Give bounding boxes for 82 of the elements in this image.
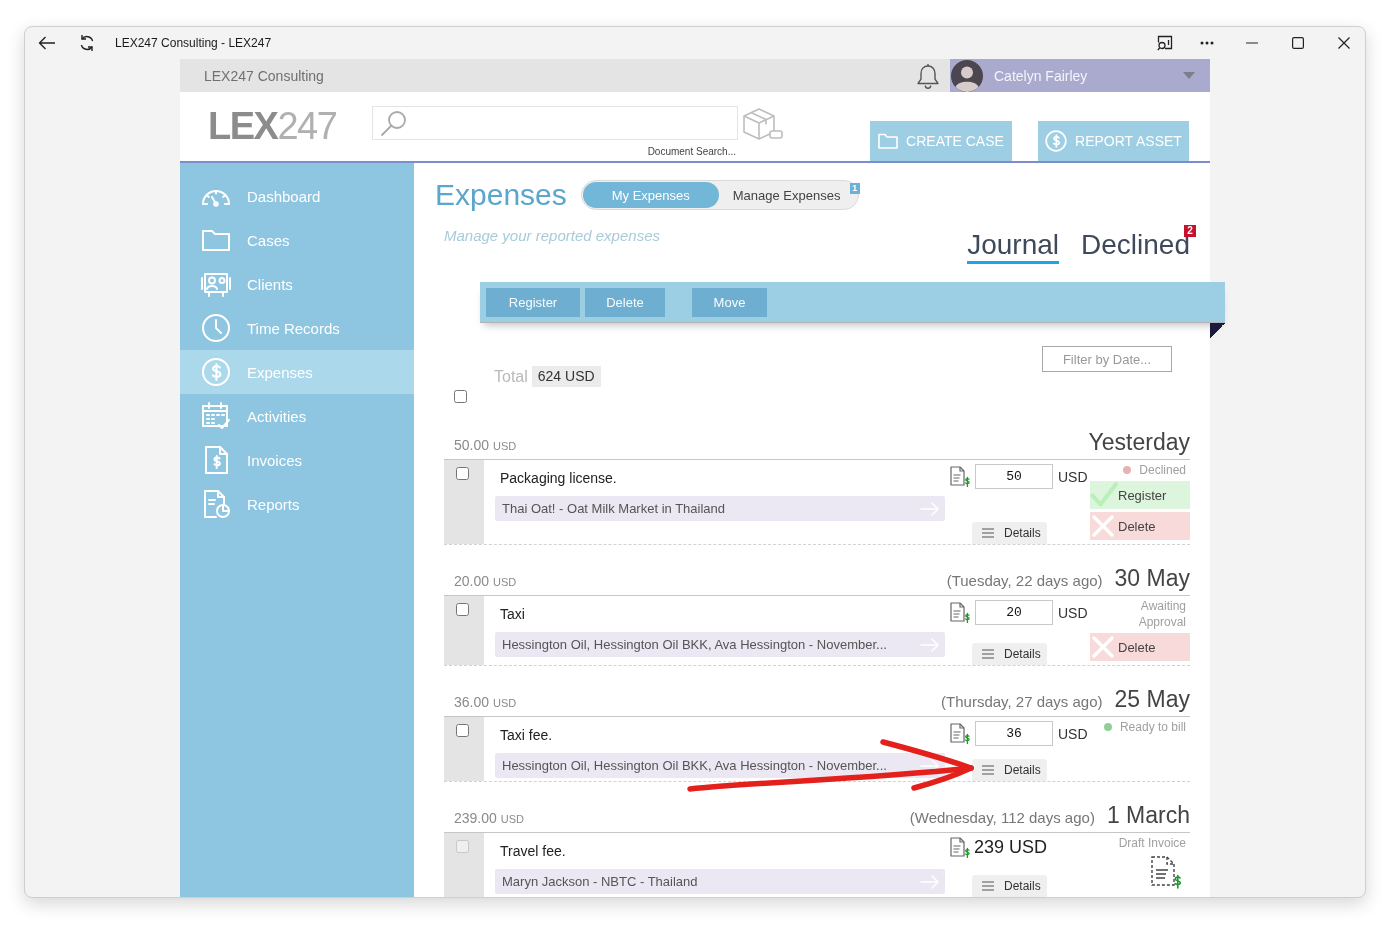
bell-icon[interactable] [916,62,940,89]
search-caption: Document Search... [647,146,736,157]
expense-amount: 20.00 [454,573,490,589]
logo: LEX247 [208,104,338,148]
count-badge: 1 [849,183,860,194]
page-subtitle: Manage your reported expenses [444,227,660,244]
receipt-icon [950,602,970,623]
page-title: Expenses [435,177,567,213]
status-label: Declined [1139,462,1186,478]
amount-field[interactable]: 50 [975,464,1053,489]
dollar-icon [1045,130,1068,152]
screen-search-icon[interactable] [1157,35,1173,51]
amount-field[interactable]: 36 [975,721,1053,746]
row-checkbox[interactable] [456,724,469,737]
receipt-icon [950,466,970,487]
dollar-icon [200,356,232,388]
menu-icon [982,528,994,538]
date-heading: 1 March [1106,802,1190,829]
menu-icon [982,881,994,891]
clock-icon [200,312,232,344]
search-icon [380,109,407,137]
close-icon[interactable] [1338,37,1350,49]
menu-icon [982,765,994,775]
cross-icon [1092,636,1114,658]
delete-button[interactable]: Delete [1090,633,1190,661]
row-checkbox[interactable] [456,467,469,480]
details-button[interactable]: Details [972,759,1047,781]
date-heading: 25 May [1114,686,1190,713]
currency-label: USD [1058,725,1088,742]
currency-label: USD [1058,468,1088,485]
refresh-icon[interactable] [79,34,95,52]
window-title: LEX247 Consulting - LEX247 [115,36,272,50]
currency-label: USD [1058,604,1088,621]
details-button[interactable]: Details [972,522,1047,544]
currency-label: USD [493,440,517,452]
matter-link[interactable]: Thai Oat! - Oat Milk Market in Thailand [495,496,945,521]
status-label: Ready to bill [1119,719,1186,735]
expense-amount: 36.00 [454,694,490,710]
matter-link[interactable]: Hessington Oil, Hessington Oil BKK, Ava Hessington - November... [495,753,945,778]
date-heading: 30 May [1114,565,1190,592]
currency-label: USD [493,576,517,588]
expense-amount: 239.00 [454,810,497,826]
row-checkbox[interactable] [456,603,469,616]
check-icon [1090,481,1118,509]
receipt-icon [950,837,970,858]
draft-invoice-icon [1150,855,1182,889]
back-icon[interactable] [38,36,56,50]
delete-button[interactable]: Delete [1090,512,1190,540]
maximize-icon[interactable] [1292,37,1304,49]
register-button[interactable]: Register [1090,481,1190,509]
tab[interactable]: Journal [967,229,1060,264]
expense-title: Packaging license. [499,469,618,487]
status-label: Awaiting Approval [1137,598,1186,630]
count-badge: 2 [1184,225,1196,237]
relative-date: (Tuesday, 22 days ago) [946,572,1103,589]
calendar-icon [200,400,232,432]
company-name: LEX247 Consulting [203,67,324,84]
expense-title: Taxi [499,605,526,623]
relative-date: (Thursday, 27 days ago) [941,693,1103,710]
status-label: Draft Invoice [1118,835,1186,851]
matter-link[interactable]: Hessington Oil, Hessington Oil BKK, Ava Hessington - November... [495,632,945,657]
select-all-checkbox[interactable] [454,390,467,403]
currency-label: USD [500,813,525,825]
relative-date: (Wednesday, 112 days ago) [909,809,1095,826]
search-field[interactable] [372,106,738,140]
expense-amount: 50.00 [454,437,490,453]
avatar-icon [951,59,983,92]
currency-label: USD [493,697,517,709]
cross-icon [1092,515,1114,537]
amount-field[interactable]: 20 [975,600,1053,625]
details-button[interactable]: Details [972,643,1047,665]
total-label: Total [494,367,528,386]
receipt-icon [950,723,970,744]
expense-title: Travel fee. [499,842,567,860]
total-value: 624 USD [531,366,601,387]
expense-title: Taxi fee. [499,726,554,744]
caret-icon [1183,72,1195,79]
amount-text: 239 USD [974,837,1048,858]
more-icon[interactable] [1200,41,1214,45]
folder-icon [878,133,899,149]
menu-icon [982,649,994,659]
date-heading: Yesterday [1088,429,1190,456]
